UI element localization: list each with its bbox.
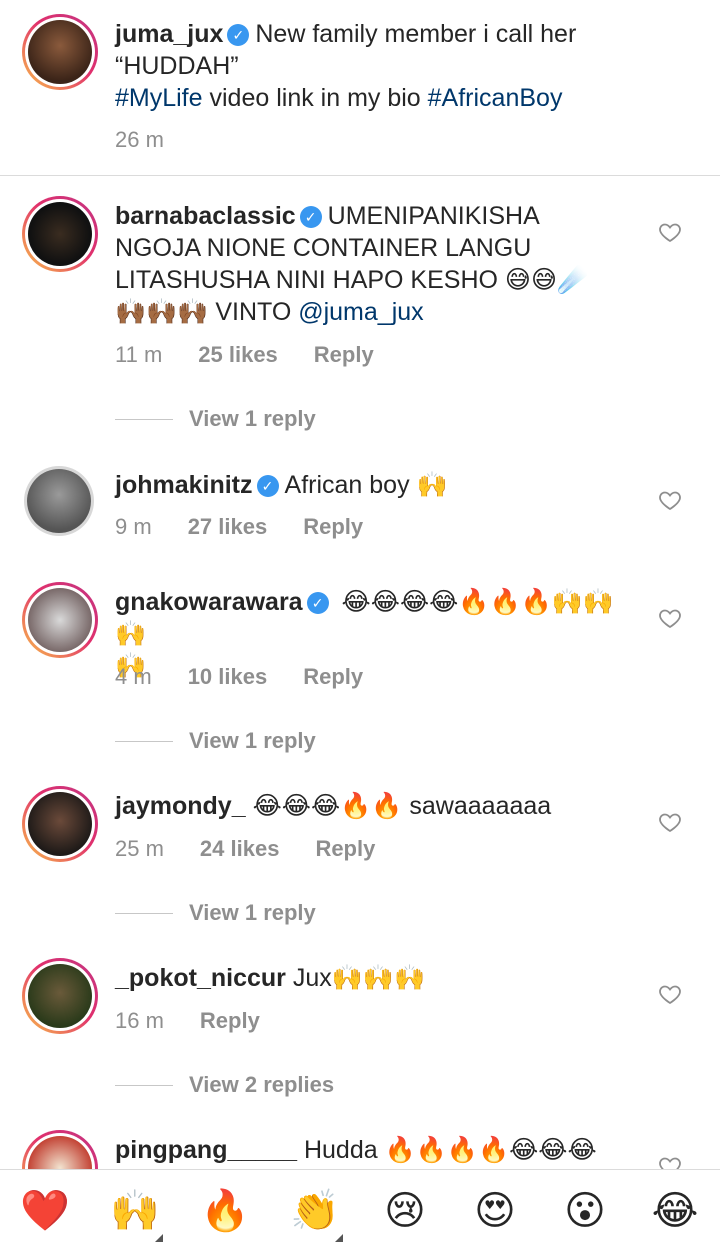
mention-link[interactable]: @juma_jux <box>298 298 423 326</box>
likes-count[interactable]: 27 likes <box>188 514 268 540</box>
caption-meta: 26 m <box>115 127 164 153</box>
likes-count[interactable]: 25 likes <box>198 342 278 368</box>
comment-line: LITASHUSHA NINI HAPO KESHO 😅😅☄️ <box>115 266 589 294</box>
hashtag[interactable]: #AfricanBoy <box>428 84 563 112</box>
timestamp: 9 m <box>115 514 152 539</box>
view-replies-label: View 1 reply <box>189 406 316 431</box>
comment-line: Hudda 🔥🔥🔥🔥😂😂😂 <box>303 1136 597 1164</box>
username[interactable]: _pokot_niccur <box>115 964 286 992</box>
view-replies-button[interactable]: View 2 replies <box>115 1072 334 1098</box>
comment-meta: 9 m 27 likes Reply <box>115 514 363 540</box>
comment-line: 🙌🏾🙌🏾🙌🏾 VINTO <box>115 298 299 326</box>
reaction-heart-eyes-icon[interactable]: 😍 <box>465 1188 525 1234</box>
heart-outline-icon[interactable] <box>658 220 682 244</box>
caption-text: juma_jux ✓ New family member i call her “H… <box>115 18 645 114</box>
comment-text: barnabaclassic ✓ UMENIPANIKISHA NGOJA NION… <box>115 200 645 328</box>
comment-text: _pokot_niccur Jux🙌🙌🙌 <box>115 962 645 994</box>
divider <box>115 1084 173 1086</box>
avatar[interactable] <box>22 14 98 90</box>
verified-badge-icon: ✓ <box>299 206 322 228</box>
timestamp: 25 m <box>115 836 164 861</box>
comment-meta: 11 m 25 likes Reply <box>115 342 374 368</box>
timestamp: 11 m <box>115 342 163 367</box>
reply-button[interactable]: Reply <box>303 514 363 540</box>
avatar[interactable] <box>22 582 98 658</box>
view-replies-button[interactable]: View 1 reply <box>115 406 316 432</box>
reply-button[interactable]: Reply <box>200 1008 260 1034</box>
skin-tone-indicator <box>155 1234 163 1242</box>
reaction-heart-icon[interactable]: ❤️ <box>15 1187 75 1234</box>
heart-outline-icon[interactable] <box>658 810 682 834</box>
comment-text: johmakinitz ✓ African boy 🙌 <box>115 469 645 501</box>
view-replies-label: View 2 replies <box>189 1072 335 1097</box>
reaction-glyph: 👏 <box>290 1188 340 1234</box>
username[interactable]: jaymondy_ <box>115 792 246 820</box>
verified-badge-icon: ✓ <box>256 475 279 497</box>
avatar[interactable] <box>22 786 98 862</box>
heart-outline-icon[interactable] <box>658 982 682 1006</box>
verified-badge-icon: ✓ <box>227 24 250 46</box>
heart-outline-icon[interactable] <box>658 606 682 630</box>
username[interactable]: juma_jux <box>115 20 223 48</box>
avatar[interactable] <box>22 958 98 1034</box>
likes-count[interactable]: 24 likes <box>200 836 280 862</box>
reaction-fire-icon[interactable]: 🔥 <box>195 1187 255 1234</box>
reaction-raised-hands-icon[interactable]: 🙌 <box>105 1187 165 1242</box>
view-replies-button[interactable]: View 1 reply <box>115 900 316 926</box>
reply-button[interactable]: Reply <box>314 342 374 368</box>
divider <box>115 418 173 420</box>
reaction-surprised-icon[interactable]: 😮 <box>555 1188 615 1234</box>
comment-line: UMENIPANIKISHA <box>327 202 540 230</box>
comment-meta: 4 m 10 likes Reply <box>115 664 363 690</box>
reaction-crying-icon[interactable]: 😢 <box>375 1188 435 1234</box>
timestamp: 4 m <box>115 664 152 689</box>
reaction-clap-icon[interactable]: 👏 <box>285 1187 345 1242</box>
skin-tone-indicator <box>335 1234 343 1242</box>
reply-button[interactable]: Reply <box>303 664 363 690</box>
comment-line: NGOJA NIONE CONTAINER LANGU <box>115 234 532 262</box>
avatar[interactable] <box>24 466 94 536</box>
comment-line: Jux🙌🙌🙌 <box>292 964 426 992</box>
hashtag[interactable]: #MyLife <box>115 84 203 112</box>
likes-count[interactable]: 10 likes <box>188 664 268 690</box>
username[interactable]: johmakinitz <box>115 471 253 499</box>
avatar[interactable] <box>22 196 98 272</box>
username[interactable]: pingpang_____ <box>115 1136 297 1164</box>
comment-text: jaymondy_ 😂😂😂🔥🔥 sawaaaaaaa <box>115 790 645 822</box>
timestamp: 26 m <box>115 127 164 152</box>
username[interactable]: barnabaclassic <box>115 202 296 230</box>
comment-meta: 16 m Reply <box>115 1008 260 1034</box>
caption-line: video link in my bio <box>202 84 428 112</box>
verified-badge-icon: ✓ <box>306 592 329 614</box>
divider <box>115 740 173 742</box>
caption-line: “HUDDAH” <box>115 52 239 80</box>
post-caption: juma_jux ✓ New family member i call her “H… <box>0 0 720 176</box>
view-replies-button[interactable]: View 1 reply <box>115 728 316 754</box>
heart-outline-icon[interactable] <box>658 488 682 512</box>
timestamp: 16 m <box>115 1008 164 1033</box>
divider <box>115 912 173 914</box>
caption-line: New family member i call her <box>255 20 577 48</box>
comment-line: African boy 🙌 <box>284 471 448 499</box>
comment-text: pingpang_____ Hudda 🔥🔥🔥🔥😂😂😂 <box>115 1134 645 1166</box>
reaction-glyph: 🙌 <box>110 1188 160 1234</box>
quick-reactions-bar: ❤️ 🙌 🔥 👏 😢 😍 😮 😂 <box>0 1169 720 1251</box>
view-replies-label: View 1 reply <box>189 728 316 753</box>
comment-line: 😂😂😂🔥🔥 sawaaaaaaa <box>252 792 552 820</box>
reply-button[interactable]: Reply <box>315 836 375 862</box>
username[interactable]: gnakowarawara <box>115 588 303 616</box>
view-replies-label: View 1 reply <box>189 900 316 925</box>
reaction-laughing-icon[interactable]: 😂 <box>645 1188 705 1234</box>
comment-meta: 25 m 24 likes Reply <box>115 836 375 862</box>
